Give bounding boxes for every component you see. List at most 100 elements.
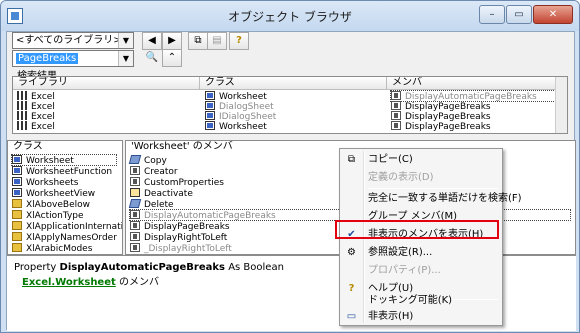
class-link[interactable]: Worksheet (55, 277, 116, 288)
property-icon (391, 111, 401, 120)
library-combo[interactable]: <すべてのライブラリ> ▼ (12, 32, 134, 49)
window-icon: ▭ (346, 311, 357, 322)
column-header-class[interactable]: クラス (200, 77, 387, 90)
class-icon (205, 121, 215, 130)
class-icon (12, 188, 22, 197)
class-item[interactable]: XlApplicationInternatio (12, 221, 122, 232)
back-arrow-icon: ◀ (148, 35, 156, 46)
event-icon (130, 188, 140, 197)
class-icon (12, 155, 22, 164)
property-icon (130, 210, 140, 219)
menu-item-hide[interactable]: ▭ 非表示(H) (342, 308, 500, 326)
result-class[interactable]: IDialogSheet (205, 111, 276, 122)
forward-arrow-icon: ▶ (168, 35, 176, 46)
class-item[interactable]: WorksheetFunction (12, 166, 112, 177)
result-member[interactable]: DisplayPageBreaks (391, 111, 491, 122)
result-member[interactable]: DisplayAutomaticPageBreaks (390, 90, 564, 102)
result-class[interactable]: Worksheet (205, 121, 267, 132)
class-item[interactable]: XlApplyNamesOrder (12, 232, 117, 243)
close-button[interactable]: ✕ (533, 5, 573, 24)
class-item[interactable]: XlActionType (12, 210, 84, 221)
member-item[interactable]: DisplayRightToLeft (130, 232, 227, 243)
library-icon (17, 91, 27, 100)
property-icon (130, 177, 140, 186)
class-item[interactable]: XlAboveBelow (12, 199, 90, 210)
menu-item-references[interactable]: ⚙ 参照設定(R)... (342, 244, 500, 262)
search-text-value: PageBreaks (16, 53, 79, 64)
search-results-list[interactable]: ライブラリ クラス メンバ Excel Worksheet DisplayAut… (12, 76, 568, 134)
search-text-combo[interactable]: PageBreaks ▼ (12, 50, 134, 67)
enum-icon (12, 199, 22, 208)
result-member[interactable]: DisplayPageBreaks (391, 101, 491, 112)
enum-icon (12, 221, 22, 230)
object-browser-window: オブジェクト ブラウザ – ▭ ✕ <すべてのライブラリ> ▼ ◀ ▶ ⧉ ▤ … (0, 0, 580, 333)
property-icon (130, 221, 140, 230)
class-icon (205, 111, 215, 120)
chevron-down-icon[interactable]: ▼ (118, 51, 133, 66)
classes-list[interactable]: クラス Worksheet WorksheetFunction Workshee… (7, 140, 123, 255)
menu-item-properties[interactable]: プロパティ(P)... (342, 262, 500, 280)
menu-item-view-definition[interactable]: 定義の表示(D) (342, 169, 500, 187)
copy-to-clipboard-button[interactable]: ⧉ (188, 32, 208, 50)
enum-icon (12, 243, 22, 252)
result-class[interactable]: Worksheet (205, 91, 267, 102)
column-header-library[interactable]: ライブラリ (13, 77, 200, 90)
member-item[interactable]: DisplayPageBreaks (130, 221, 230, 232)
class-item[interactable]: Worksheets (12, 177, 78, 188)
library-icon (17, 111, 27, 120)
property-icon (391, 101, 401, 110)
maximize-button[interactable]: ▭ (506, 5, 532, 24)
chevron-down-icon[interactable]: ▼ (118, 33, 133, 48)
member-item[interactable]: Deactivate (130, 188, 193, 199)
result-library[interactable]: Excel (17, 101, 55, 112)
member-item[interactable]: Creator (130, 166, 178, 177)
member-item[interactable]: Delete (128, 199, 174, 210)
results-scrollbar[interactable] (555, 77, 567, 133)
menu-separator (368, 188, 498, 189)
classes-header: クラス (8, 141, 122, 154)
menu-item-copy[interactable]: ⧉ コピー(C) (342, 151, 500, 169)
hide-search-results-button[interactable]: ⌃ (162, 49, 182, 67)
result-member[interactable]: DisplayPageBreaks (391, 121, 491, 132)
back-button[interactable]: ◀ (142, 32, 162, 50)
member-item[interactable]: _DisplayRightToLeft (130, 243, 232, 254)
title-bar[interactable]: オブジェクト ブラウザ – ▭ ✕ (1, 1, 579, 31)
result-library[interactable]: Excel (17, 91, 55, 102)
view-definition-button[interactable]: ▤ (207, 32, 227, 50)
copy-icon: ⧉ (347, 154, 356, 165)
search-button[interactable]: 🔍 (142, 49, 162, 67)
class-item[interactable]: Worksheet (11, 154, 117, 166)
help-button[interactable]: ? (229, 32, 249, 50)
property-icon (391, 91, 401, 100)
library-combo-value: <すべてのライブラリ> (16, 35, 122, 46)
class-icon (205, 91, 215, 100)
binoculars-icon: 🔍 (145, 52, 159, 63)
enum-icon (12, 210, 22, 219)
enum-icon (12, 232, 22, 241)
forward-button[interactable]: ▶ (162, 32, 182, 50)
copy-icon: ⧉ (194, 35, 202, 46)
result-library[interactable]: Excel (17, 111, 55, 122)
highlight-box (335, 220, 499, 239)
class-icon (12, 177, 22, 186)
member-item[interactable]: Copy (128, 155, 167, 166)
collapse-icon: ⌃ (167, 52, 177, 63)
method-icon (128, 155, 142, 164)
result-library[interactable]: Excel (17, 121, 55, 132)
menu-item-find-whole-word[interactable]: 完全に一致する単語だけを検索(F) (342, 190, 522, 208)
member-item[interactable]: CustomProperties (130, 177, 224, 188)
library-link[interactable]: Excel (22, 277, 51, 288)
property-icon (130, 166, 140, 175)
column-header-member[interactable]: メンバ (387, 77, 567, 90)
method-icon (128, 199, 142, 208)
result-class[interactable]: DialogSheet (205, 101, 274, 112)
library-icon (17, 101, 27, 110)
path-suffix: のメンバ (115, 277, 159, 288)
property-icon (130, 243, 140, 252)
class-item[interactable]: XlArabicModes (12, 243, 92, 254)
class-item[interactable]: WorksheetView (12, 188, 95, 199)
minimize-button[interactable]: – (479, 5, 505, 24)
help-icon: ? (236, 35, 242, 46)
class-icon (12, 166, 22, 175)
property-type: As Boolean (228, 262, 284, 273)
